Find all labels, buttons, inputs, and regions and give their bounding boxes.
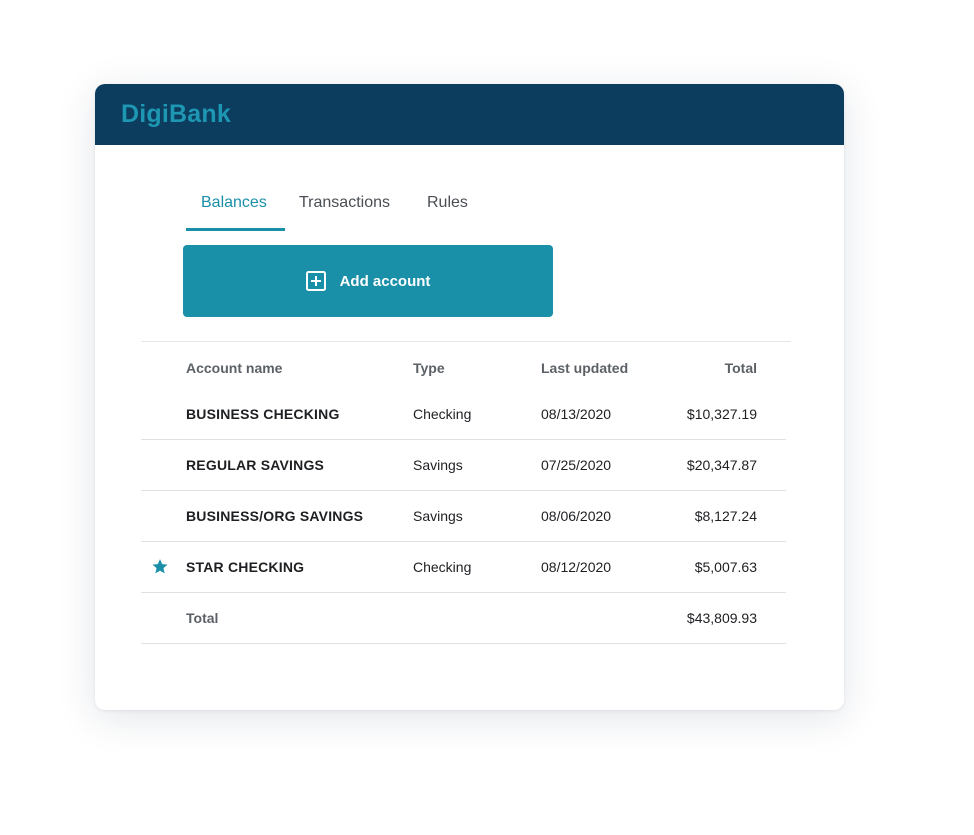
table-row[interactable]: REGULAR SAVINGS Savings 07/25/2020 $20,3… xyxy=(141,440,786,491)
column-header-total[interactable]: Total xyxy=(725,360,757,376)
active-tab-indicator xyxy=(186,228,285,231)
tab-transactions[interactable]: Transactions xyxy=(299,194,390,212)
account-type: Checking xyxy=(413,559,472,575)
app-window: DigiBank Balances Transactions Rules Add… xyxy=(95,84,844,710)
total-label: Total xyxy=(186,610,219,626)
account-last-updated: 08/06/2020 xyxy=(541,508,612,524)
account-total: $10,327.19 xyxy=(686,406,757,422)
account-total: $5,007.63 xyxy=(694,559,757,575)
account-type: Savings xyxy=(413,508,463,524)
account-name[interactable]: STAR CHECKING xyxy=(186,559,304,575)
star-icon[interactable] xyxy=(151,558,169,576)
column-header-type[interactable]: Type xyxy=(413,360,445,376)
tab-balances[interactable]: Balances xyxy=(201,194,267,212)
account-last-updated: 07/25/2020 xyxy=(541,457,612,473)
grand-total-value: $43,809.93 xyxy=(686,610,757,626)
table-total-row: Total $43,809.93 xyxy=(141,593,786,644)
app-header: DigiBank xyxy=(95,84,844,145)
table-header-row: Account name Type Last updated Total xyxy=(141,342,786,389)
account-total: $8,127.24 xyxy=(694,508,757,524)
column-header-account-name[interactable]: Account name xyxy=(186,360,282,376)
account-last-updated: 08/13/2020 xyxy=(541,406,612,422)
add-account-label: Add account xyxy=(339,272,431,290)
column-header-last-updated[interactable]: Last updated xyxy=(541,360,628,376)
tab-rules[interactable]: Rules xyxy=(427,194,468,212)
account-type: Savings xyxy=(413,457,463,473)
brand-logo[interactable]: DigiBank xyxy=(121,100,231,129)
account-total: $20,347.87 xyxy=(686,457,757,473)
table-row[interactable]: STAR CHECKING Checking 08/12/2020 $5,007… xyxy=(141,542,786,593)
account-last-updated: 08/12/2020 xyxy=(541,559,612,575)
accounts-table: Account name Type Last updated Total BUS… xyxy=(141,342,786,644)
account-type: Checking xyxy=(413,406,472,422)
table-row[interactable]: BUSINESS CHECKING Checking 08/13/2020 $1… xyxy=(141,389,786,440)
table-row[interactable]: BUSINESS/ORG SAVINGS Savings 08/06/2020 … xyxy=(141,491,786,542)
account-name[interactable]: REGULAR SAVINGS xyxy=(186,457,324,473)
add-account-button[interactable]: Add account xyxy=(183,245,553,317)
plus-square-icon xyxy=(305,271,326,291)
account-name[interactable]: BUSINESS CHECKING xyxy=(186,406,340,422)
account-name[interactable]: BUSINESS/ORG SAVINGS xyxy=(186,508,363,524)
